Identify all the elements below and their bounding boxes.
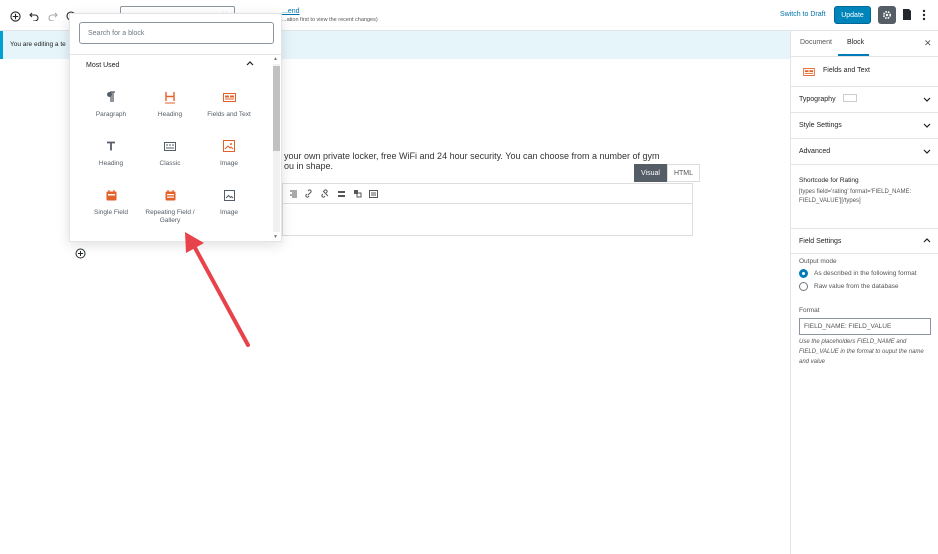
image-icon xyxy=(222,188,236,202)
fields-and-text-icon xyxy=(222,90,236,104)
tab-block[interactable]: Block xyxy=(847,39,864,46)
paragraph-text-line-1[interactable]: your own private locker, free WiFi and 2… xyxy=(284,148,684,164)
block-label: Image xyxy=(219,160,239,167)
block-item-repeating-field-gallery[interactable]: Repeating Field / Gallery xyxy=(141,188,199,228)
chevron-down-icon xyxy=(923,149,931,154)
block-label: Paragraph xyxy=(95,111,127,118)
settings-sidebar: Document Block ✕ Fields and Text Typogra… xyxy=(790,31,938,554)
chevron-down-icon xyxy=(923,97,931,102)
tab-document[interactable]: Document xyxy=(800,39,832,46)
format-input[interactable]: FIELD_NAME: FIELD_VALUE xyxy=(799,318,931,335)
block-name: Fields and Text xyxy=(823,67,870,74)
block-item-paragraph[interactable]: Paragraph xyxy=(82,90,140,130)
scroll-thumb[interactable] xyxy=(273,66,280,151)
block-item-image[interactable]: Image xyxy=(200,139,258,179)
repeating-field-icon xyxy=(163,188,177,202)
most-used-panel-title[interactable]: Most Used xyxy=(86,62,119,69)
radio-checked[interactable] xyxy=(799,269,808,278)
divider xyxy=(70,54,283,55)
paragraph-text-line-2[interactable]: ou in shape. xyxy=(284,161,333,171)
block-item-single-field[interactable]: Single Field xyxy=(82,188,140,228)
add-block-icon[interactable] xyxy=(7,8,23,24)
option-label: Raw value from the database xyxy=(814,283,899,290)
block-item-classic[interactable]: Classic xyxy=(141,139,199,179)
radio-unchecked[interactable] xyxy=(799,282,808,291)
panel-typography[interactable]: Typography xyxy=(791,87,938,113)
option-described-format[interactable]: As described in the following format xyxy=(799,269,917,278)
selected-block-card: Fields and Text xyxy=(791,57,938,87)
classic-editor-tabs: Visual HTML xyxy=(634,164,701,182)
block-search-input[interactable]: Search for a block xyxy=(79,22,274,44)
panel-title: Field Settings xyxy=(799,238,842,245)
sidebar-tabs: Document Block ✕ xyxy=(791,31,938,57)
scroll-down-icon[interactable]: ▼ xyxy=(273,234,278,240)
option-raw-value[interactable]: Raw value from the database xyxy=(799,282,899,291)
block-label: Single Field xyxy=(94,209,128,216)
panel-title: Typography xyxy=(799,96,836,103)
link-icon[interactable] xyxy=(305,189,314,198)
switch-to-draft-button[interactable]: Switch to Draft xyxy=(780,11,826,18)
close-icon[interactable]: ✕ xyxy=(924,38,932,49)
heading-t-icon xyxy=(104,139,118,153)
classic-icon xyxy=(163,139,177,153)
block-label: Repeating Field / Gallery xyxy=(145,209,195,224)
typography-preview xyxy=(843,94,857,102)
unlink-icon[interactable] xyxy=(321,189,330,198)
block-label: Heading xyxy=(157,111,183,118)
fields-and-text-icon xyxy=(803,68,815,76)
chevron-down-icon xyxy=(923,123,931,128)
document-icon[interactable] xyxy=(902,8,912,26)
tab-visual[interactable]: Visual xyxy=(634,164,667,182)
chevron-up-icon xyxy=(923,238,931,243)
image-icon xyxy=(222,139,236,153)
keyboard-icon[interactable] xyxy=(369,189,378,198)
chevron-up-icon[interactable] xyxy=(246,60,254,68)
block-label: Heading xyxy=(98,160,124,167)
block-item-heading-text[interactable]: Heading xyxy=(82,139,140,179)
settings-button[interactable] xyxy=(878,6,896,24)
save-note: ...ation first to view the recent change… xyxy=(282,17,378,23)
update-button[interactable]: Update xyxy=(834,6,871,24)
format-label: Format xyxy=(799,307,820,314)
panel-advanced[interactable]: Advanced xyxy=(791,139,938,165)
active-tab-indicator xyxy=(838,54,869,56)
classic-editor-toolbar xyxy=(282,183,693,203)
panel-title: Style Settings xyxy=(799,122,842,129)
editor-app: ...end ...ation first to view the recent… xyxy=(0,0,938,554)
undo-icon[interactable] xyxy=(26,8,42,24)
read-more-icon[interactable] xyxy=(337,189,346,198)
gear-icon xyxy=(882,10,892,20)
option-label: As described in the following format xyxy=(814,270,917,277)
single-field-icon xyxy=(104,188,118,202)
tab-html[interactable]: HTML xyxy=(666,164,701,182)
post-title-link[interactable]: ...end xyxy=(282,8,300,15)
block-label: Classic xyxy=(159,160,181,167)
toolbar-toggle-icon[interactable] xyxy=(353,189,362,198)
block-item-fields-and-text[interactable]: Fields and Text xyxy=(200,90,258,130)
panel-field-settings[interactable]: Field Settings xyxy=(791,228,938,254)
inserter-scrollbar[interactable]: ▲ ▼ xyxy=(271,56,281,240)
shortcode-code[interactable]: [types field='rating' format='FIELD_NAME… xyxy=(799,188,934,206)
panel-title: Advanced xyxy=(799,148,831,155)
align-right-icon[interactable] xyxy=(289,189,298,198)
classic-editor-body[interactable] xyxy=(282,203,693,236)
output-mode-label: Output mode xyxy=(799,258,837,265)
block-label: Image xyxy=(219,209,239,216)
redo-icon[interactable] xyxy=(45,8,61,24)
block-inserter-popover: Search for a block Most Used Paragraph H… xyxy=(69,13,283,242)
notice-text: You are editing a te xyxy=(10,41,66,48)
add-block-inline-icon[interactable] xyxy=(75,248,86,259)
more-options-icon[interactable] xyxy=(922,8,926,26)
scroll-up-icon[interactable]: ▲ xyxy=(273,56,278,62)
format-help-text: Use the placeholders FIELD_NAME and FIEL… xyxy=(799,339,924,365)
shortcode-title: Shortcode for Rating xyxy=(799,177,859,184)
block-item-heading[interactable]: Heading xyxy=(141,90,199,130)
block-label: Fields and Text xyxy=(207,111,251,118)
panel-style-settings[interactable]: Style Settings xyxy=(791,113,938,139)
heading-icon xyxy=(163,90,177,104)
paragraph-icon xyxy=(104,90,118,104)
block-item-image-2[interactable]: Image xyxy=(200,188,258,228)
